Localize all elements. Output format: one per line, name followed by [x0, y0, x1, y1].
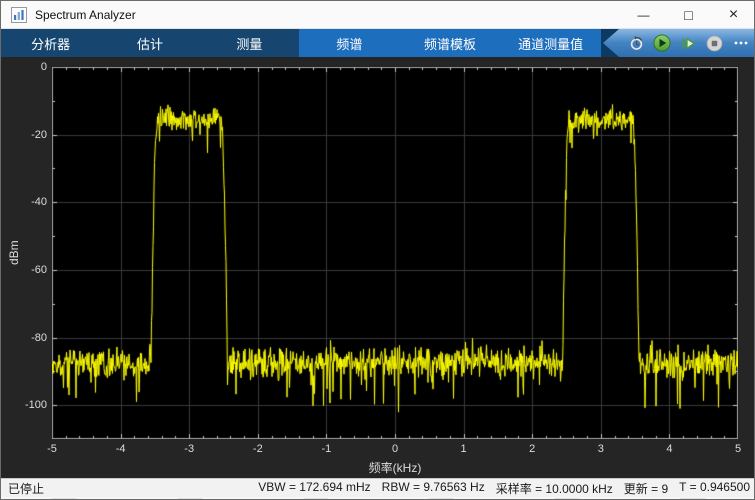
y-tick-label: -40	[1, 196, 47, 208]
status-sample-rate: 采样率 = 10.0000 kHz	[496, 480, 613, 497]
rerun-icon	[628, 35, 645, 52]
x-tick-label: 2	[529, 443, 535, 455]
tab-estimation[interactable]: 估计	[100, 29, 199, 57]
step-forward-icon	[680, 35, 697, 52]
minimize-button[interactable]: —	[621, 1, 666, 28]
play-icon	[653, 34, 671, 52]
step-forward-button[interactable]	[678, 32, 700, 54]
status-vbw: VBW = 172.694 mHz	[258, 480, 370, 497]
x-tick-label: -3	[184, 443, 194, 455]
spectrum-analyzer-window: Spectrum Analyzer — □ × 分析器 估计 测量 频谱 频谱模…	[0, 0, 755, 500]
x-tick-label: 0	[392, 443, 398, 455]
status-metrics: VBW = 172.694 mHz RBW = 9.76563 Hz 采样率 =…	[258, 480, 750, 497]
x-tick-label: 3	[598, 443, 604, 455]
close-button[interactable]: ×	[711, 1, 755, 28]
playback-controls	[601, 29, 755, 57]
maximize-button[interactable]: □	[666, 1, 711, 28]
ellipsis-icon	[733, 35, 749, 51]
y-tick-label: -100	[1, 399, 47, 411]
x-tick-label: 5	[735, 443, 741, 455]
tab-measurements[interactable]: 测量	[200, 29, 299, 57]
tab-analyzer[interactable]: 分析器	[1, 29, 100, 57]
x-tick-label: -1	[322, 443, 332, 455]
y-tick-label: 0	[1, 61, 47, 73]
tab-group-main: 分析器 估计 测量	[1, 29, 299, 57]
status-state: 已停止	[8, 480, 44, 497]
run-button[interactable]	[651, 32, 673, 54]
tab-channel-measurements[interactable]: 通道测量值	[500, 29, 601, 57]
x-tick-label: 1	[461, 443, 467, 455]
tab-spectrum[interactable]: 频谱	[299, 29, 400, 57]
status-updates: 更新 = 9	[624, 480, 668, 497]
y-tick-label: -60	[1, 264, 47, 276]
status-rbw: RBW = 9.76563 Hz	[382, 480, 485, 497]
window-title: Spectrum Analyzer	[35, 8, 136, 22]
x-tick-label: -2	[253, 443, 263, 455]
spectrum-plot-canvas[interactable]	[52, 67, 738, 439]
stop-icon	[706, 35, 723, 52]
x-tick-label: 4	[666, 443, 672, 455]
y-axis-label: dBm	[7, 67, 21, 439]
app-icon	[11, 7, 27, 23]
x-tick-label: -5	[47, 443, 57, 455]
x-axis-label: 频率(kHz)	[52, 459, 738, 476]
toolstrip: 分析器 估计 测量 频谱 频谱模板 通道测量值	[1, 29, 755, 57]
titlebar: Spectrum Analyzer — □ ×	[1, 1, 755, 29]
window-controls: — □ ×	[621, 1, 755, 28]
spectrum-plot-region: dBm 频率(kHz) -5 -4 -3 -2 -1 0 1 2 3 4 5 0 -20 -40 -60 -8…	[1, 57, 755, 478]
status-time: T = 0.946500	[679, 480, 750, 497]
more-options-button[interactable]	[730, 32, 752, 54]
x-tick-label: -4	[116, 443, 126, 455]
rerun-button[interactable]	[625, 32, 647, 54]
y-tick-label: -80	[1, 332, 47, 344]
tab-spectral-mask[interactable]: 频谱模板	[400, 29, 501, 57]
y-tick-label: -20	[1, 129, 47, 141]
tab-group-contextual: 频谱 频谱模板 通道测量值	[299, 29, 601, 57]
stop-button[interactable]	[704, 32, 726, 54]
statusbar: 已停止 VBW = 172.694 mHz RBW = 9.76563 Hz 采…	[1, 478, 755, 497]
